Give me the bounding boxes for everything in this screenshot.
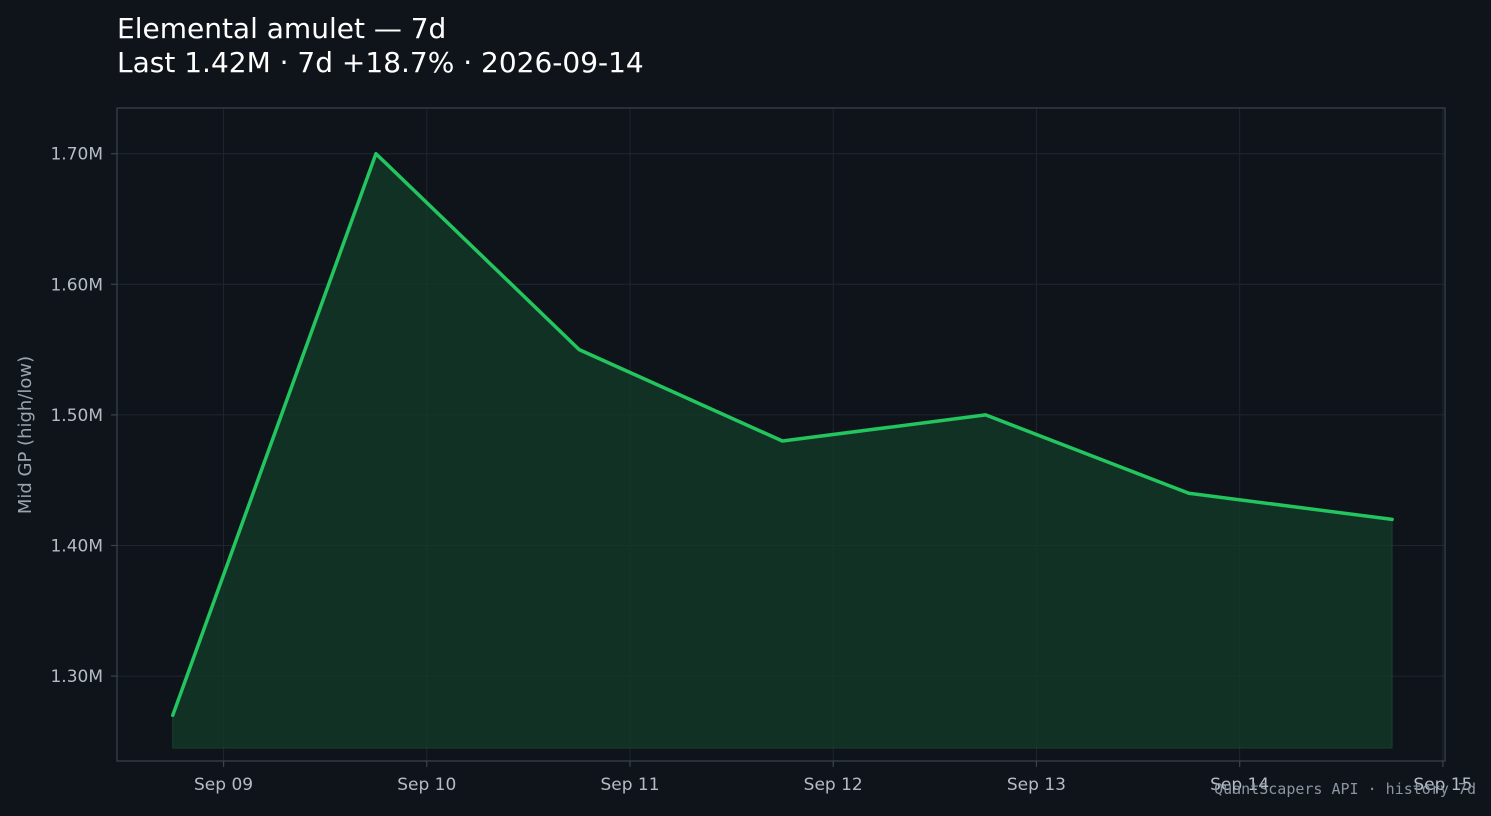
data-point: [171, 713, 175, 717]
x-tick-label: Sep 12: [804, 775, 863, 795]
x-tick-label: Sep 11: [600, 775, 659, 795]
x-tick-label: Sep 13: [1007, 775, 1066, 795]
source-footer: QuantScapers API · history 7d: [1214, 780, 1476, 798]
y-tick-label: 1.70M: [50, 145, 103, 165]
data-point: [984, 413, 988, 417]
y-tick-label: 1.60M: [50, 275, 103, 295]
data-point: [780, 439, 784, 443]
data-point: [1390, 517, 1394, 521]
data-point: [577, 348, 581, 352]
data-point: [1187, 491, 1191, 495]
y-tick-label: 1.40M: [50, 537, 103, 557]
price-chart: Sep 09 Sep 10 Sep 11 Sep 12 Sep 13 Sep 14 Sep …: [15, 107, 1472, 795]
x-tick-label: Sep 10: [397, 775, 456, 795]
data-point: [374, 152, 378, 156]
x-tick-label: Sep 09: [194, 775, 253, 795]
y-tick-label: 1.50M: [50, 406, 103, 426]
price-area-fill: [172, 152, 1393, 749]
y-axis-label: Mid GP (high/low): [15, 356, 36, 514]
y-tick-label: 1.30M: [50, 667, 103, 687]
